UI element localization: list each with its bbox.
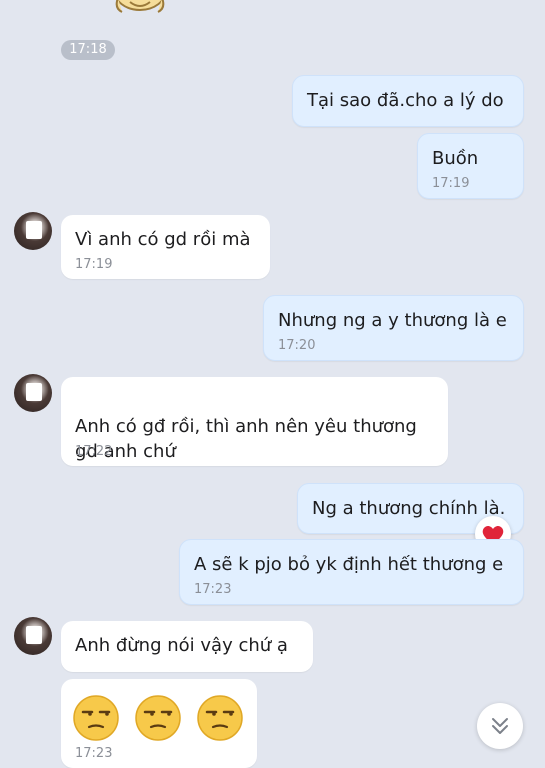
emoji-row [71,693,247,750]
time-separator: 17:18 [61,40,115,60]
contact-avatar[interactable] [14,374,52,412]
message-bubble-incoming[interactable]: Vì anh có gd rồi mà 17:19 [61,215,270,279]
message-text: Anh đừng nói vậy chứ ạ [75,635,288,656]
contact-avatar[interactable] [14,212,52,250]
message-text: Anh có gđ rồi, thì anh nên yêu thương gd… [75,416,417,462]
unamused-face-icon [197,695,243,741]
message-bubble-incoming[interactable]: Anh có gđ rồi, thì anh nên yêu thương gd… [61,377,448,466]
unamused-face-icon [135,695,181,741]
contact-avatar[interactable] [14,617,52,655]
message-text: Buồn [432,148,479,169]
sticker-icon[interactable] [108,0,172,20]
message-time: 17:22 [75,444,113,459]
message-text: Nhưng ng a y thương là e [278,310,507,331]
message-time: 17:20 [278,338,316,353]
message-bubble-outgoing[interactable]: A sẽ k pjo bỏ yk định hết thương e 17:23 [179,539,524,605]
message-time: 17:23 [75,746,113,761]
message-time: 17:23 [194,582,232,597]
double-chevron-down-icon [492,718,508,734]
message-text: A sẽ k pjo bỏ yk định hết thương e [194,554,504,575]
message-time: 17:19 [75,257,113,272]
message-text: Vì anh có gd rồi mà [75,229,251,250]
message-bubble-incoming[interactable]: 17:23 [61,679,257,768]
message-bubble-outgoing[interactable]: Tại sao đã.cho a lý do [292,75,524,127]
scroll-to-bottom-button[interactable] [477,703,523,749]
message-bubble-outgoing[interactable]: Buồn 17:19 [417,133,524,199]
message-time: 17:19 [432,176,470,191]
unamused-face-icon [73,695,119,741]
message-bubble-incoming[interactable]: Anh đừng nói vậy chứ ạ [61,621,313,672]
message-text: Tại sao đã.cho a lý do [307,90,504,111]
message-bubble-outgoing[interactable]: Nhưng ng a y thương là e 17:20 [263,295,524,361]
